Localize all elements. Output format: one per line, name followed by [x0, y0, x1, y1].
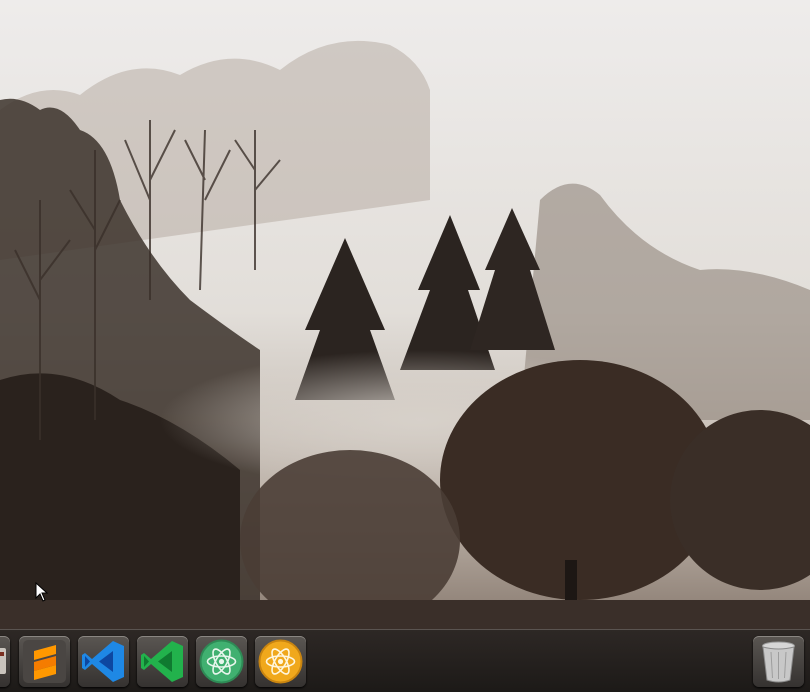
sublime-text-icon[interactable] [19, 636, 70, 687]
visual-studio-icon[interactable] [137, 636, 188, 687]
desktop[interactable] [0, 0, 810, 692]
dock [0, 629, 810, 692]
mouse-cursor [35, 582, 49, 602]
visual-studio-code-icon[interactable] [78, 636, 129, 687]
app-icon-partial[interactable] [0, 636, 10, 687]
atom-beta-icon[interactable] [255, 636, 306, 687]
atom-icon[interactable] [196, 636, 247, 687]
trash-icon[interactable] [753, 636, 804, 687]
wallpaper [0, 0, 810, 692]
